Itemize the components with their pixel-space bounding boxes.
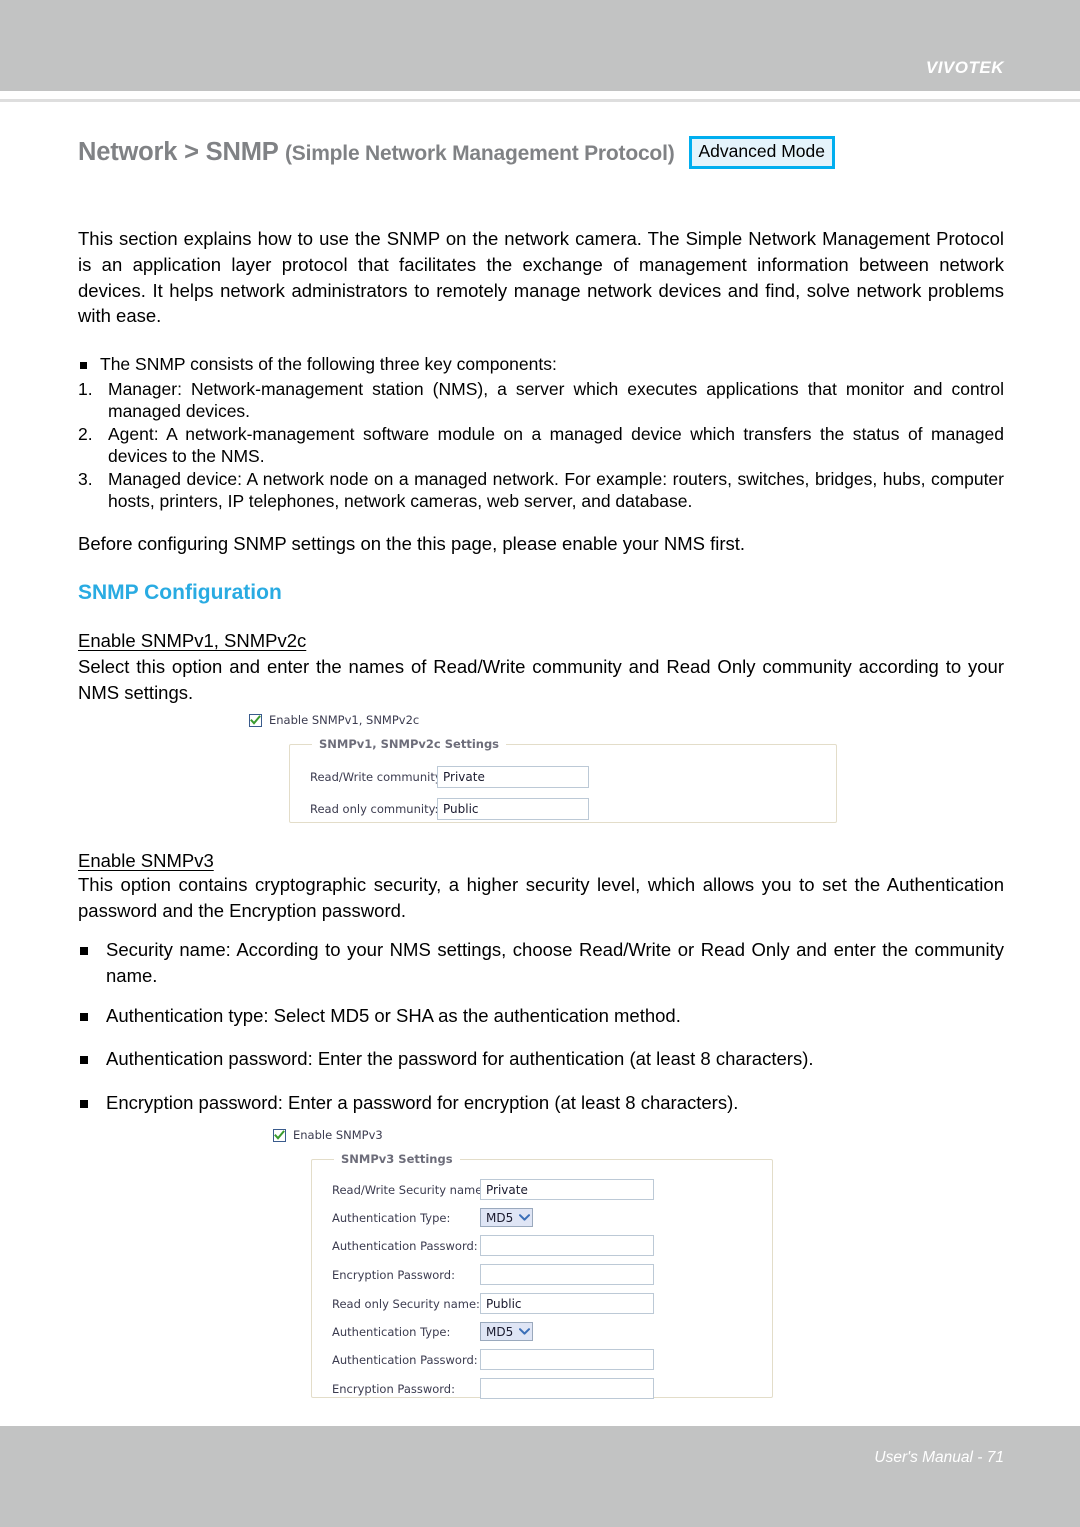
enable-snmpv1-checkbox-row[interactable]: Enable SNMPv1, SNMPv2c: [249, 713, 849, 727]
component-item-1: 1. Manager: Network-management station (N…: [78, 378, 1004, 423]
encryption-password-rw-input[interactable]: [480, 1264, 654, 1285]
auth-password-ro-row: Authentication Password:: [332, 1349, 772, 1370]
header-divider-rule: [0, 99, 1080, 102]
auth-type-rw-select[interactable]: MD5: [480, 1208, 533, 1227]
component-number-1: 1.: [78, 378, 93, 399]
auth-type-rw-label: Authentication Type:: [332, 1210, 451, 1225]
snmpv1-fieldset-legend: SNMPv1, SNMPv2c Settings: [312, 737, 507, 751]
snmpv3-bullet-auth-type: Authentication type: Select MD5 or SHA a…: [78, 1003, 1004, 1029]
component-text-3: Managed device: A network node on a mana…: [108, 468, 1004, 512]
enable-snmpv1-description: Select this option and enter the names o…: [78, 656, 1004, 703]
enable-snmpv1-checkbox[interactable]: [249, 713, 262, 727]
vivotek-logo: VIVOTEK: [925, 58, 1004, 77]
encryption-password-rw-label: Encryption Password:: [332, 1267, 455, 1282]
chevron-down-icon: [518, 1324, 530, 1339]
auth-type-ro-select[interactable]: MD5: [480, 1322, 533, 1341]
component-text-2: Agent: A network-management software mod…: [108, 423, 1004, 467]
read-only-security-name-row: Read only Security name: Public: [332, 1293, 772, 1314]
snmpv3-bullet-security-name: Security name: According to your NMS set…: [78, 937, 1004, 988]
component-number-3: 3.: [78, 468, 93, 489]
enable-snmpv3-description: This option contains cryptographic secur…: [78, 874, 1004, 921]
page-title-row: Network > SNMP (Simple Network Managemen…: [78, 136, 1008, 169]
page-header-band: [0, 0, 1080, 91]
enable-snmpv3-checkbox-label: Enable SNMPv3: [293, 1128, 383, 1142]
enable-snmpv3-checkbox[interactable]: [273, 1128, 286, 1142]
encryption-password-ro-input[interactable]: [480, 1378, 654, 1399]
encryption-password-rw-row: Encryption Password:: [332, 1264, 772, 1285]
page-title-main: Network > SNMP: [78, 137, 285, 166]
read-write-security-name-label: Read/Write Security name:: [332, 1182, 487, 1197]
before-configuring-note: Before configuring SNMP settings on the …: [78, 533, 746, 554]
auth-password-rw-row: Authentication Password:: [332, 1235, 772, 1256]
component-item-3: 3. Managed device: A network node on a ma…: [78, 468, 1004, 513]
read-only-security-name-label: Read only Security name:: [332, 1296, 480, 1311]
read-write-security-name-input[interactable]: Private: [480, 1179, 654, 1200]
auth-password-rw-label: Authentication Password:: [332, 1238, 478, 1253]
page-title: Network > SNMP (Simple Network Managemen…: [78, 138, 675, 167]
auth-type-rw-row: Authentication Type: MD5: [332, 1208, 772, 1227]
auth-type-ro-row: Authentication Type: MD5: [332, 1322, 772, 1341]
auth-password-rw-input[interactable]: [480, 1235, 654, 1256]
enable-snmpv1-checkbox-label: Enable SNMPv1, SNMPv2c: [269, 713, 420, 727]
snmpv3-settings-screenshot: Enable SNMPv3 SNMPv3 Settings Read/Write…: [273, 1128, 793, 1399]
read-only-community-input[interactable]: Public: [437, 798, 589, 820]
encryption-password-ro-label: Encryption Password:: [332, 1381, 455, 1396]
enable-snmpv3-checkbox-row[interactable]: Enable SNMPv3: [273, 1128, 793, 1142]
component-item-2: 2. Agent: A network-management software m…: [78, 423, 1004, 468]
read-write-community-row: Read/Write community: Private: [310, 766, 836, 788]
auth-type-ro-label: Authentication Type:: [332, 1324, 451, 1339]
auth-type-ro-selected-value: MD5: [486, 1324, 514, 1339]
read-write-community-input[interactable]: Private: [437, 766, 589, 788]
snmpv3-fieldset-legend: SNMPv3 Settings: [334, 1152, 460, 1166]
read-write-community-label: Read/Write community:: [310, 770, 445, 784]
read-only-community-label: Read only community:: [310, 802, 439, 816]
intro-paragraph: This section explains how to use the SNM…: [78, 228, 1004, 327]
read-write-security-name-row: Read/Write Security name: Private: [332, 1179, 772, 1200]
chevron-down-icon: [518, 1210, 530, 1225]
auth-type-rw-selected-value: MD5: [486, 1210, 514, 1225]
components-lead: The SNMP consists of the following three…: [78, 353, 1004, 376]
auth-password-ro-input[interactable]: [480, 1349, 654, 1370]
component-text-1: Manager: Network-management station (NMS…: [108, 378, 1004, 422]
page-footer-band: User's Manual - 71: [0, 1426, 1080, 1527]
snmpv3-fieldset: SNMPv3 Settings Read/Write Security name…: [311, 1152, 773, 1399]
snmpv1-settings-screenshot: Enable SNMPv1, SNMPv2c SNMPv1, SNMPv2c S…: [249, 713, 849, 823]
checkmark-icon: [274, 1129, 285, 1140]
read-only-security-name-input[interactable]: Public: [480, 1293, 654, 1314]
page-title-subtitle: (Simple Network Management Protocol): [284, 141, 675, 165]
advanced-mode-badge[interactable]: Advanced Mode: [688, 136, 835, 169]
footer-page-label: User's Manual - 71: [874, 1449, 1004, 1466]
auth-password-ro-label: Authentication Password:: [332, 1352, 478, 1367]
read-only-community-row: Read only community: Public: [310, 798, 836, 820]
snmp-components-list: The SNMP consists of the following three…: [78, 353, 1004, 513]
enable-snmpv3-heading: Enable SNMPv3: [78, 850, 214, 871]
checkmark-icon: [250, 714, 261, 725]
snmpv3-bullet-encryption-password: Encryption password: Enter a password fo…: [78, 1090, 1004, 1116]
snmpv1-fieldset: SNMPv1, SNMPv2c Settings Read/Write comm…: [289, 737, 837, 823]
component-number-2: 2.: [78, 423, 93, 444]
encryption-password-ro-row: Encryption Password:: [332, 1378, 772, 1399]
enable-snmpv1-heading: Enable SNMPv1, SNMPv2c: [78, 630, 307, 651]
snmp-configuration-heading: SNMP Configuration: [78, 581, 282, 604]
snmpv3-bullet-auth-password: Authentication password: Enter the passw…: [78, 1046, 1004, 1072]
